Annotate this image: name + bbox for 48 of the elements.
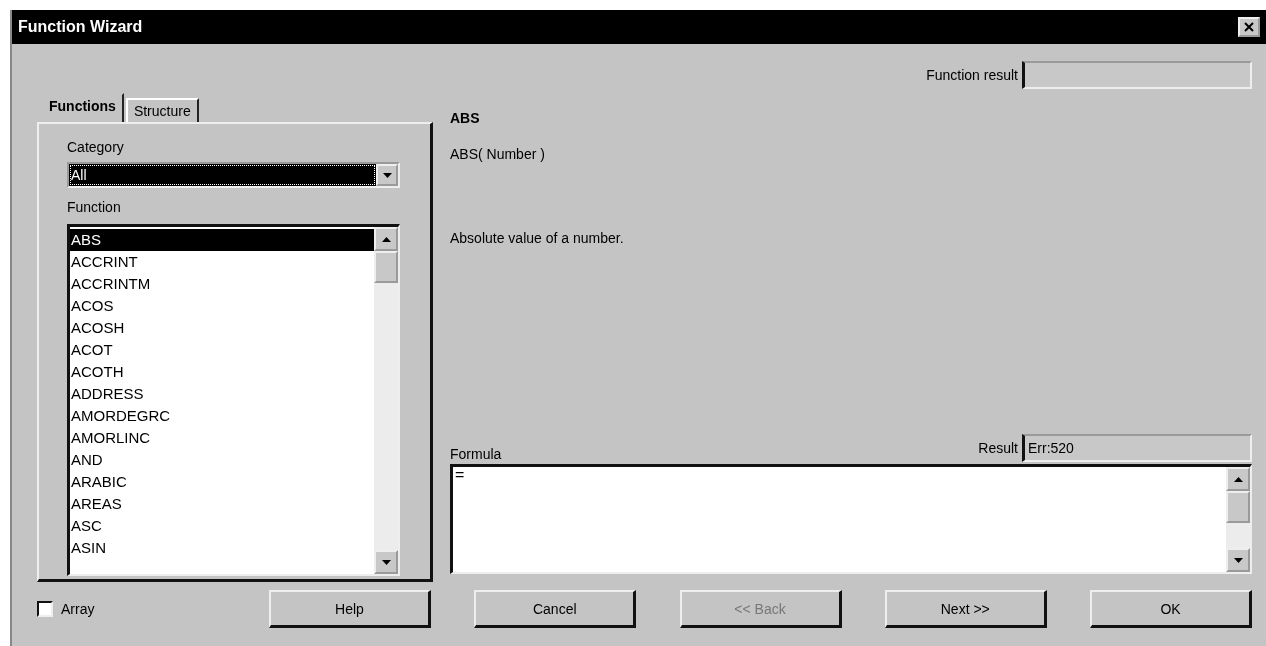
down-arrow-icon	[1233, 557, 1243, 563]
list-item[interactable]: ARABIC	[70, 471, 374, 493]
formula-field[interactable]: =	[455, 466, 465, 483]
dialog-button[interactable]: Next >>	[884, 590, 1047, 628]
category-label: Category	[67, 138, 125, 157]
list-item[interactable]: ACOS	[70, 295, 374, 317]
dialog-button[interactable]: Cancel	[474, 590, 637, 628]
up-arrow-icon	[381, 236, 391, 242]
list-item[interactable]: ACCRINT	[70, 251, 374, 273]
close-button[interactable]	[1238, 17, 1260, 37]
list-item[interactable]: ASC	[70, 515, 374, 537]
list-item[interactable]: AND	[70, 449, 374, 471]
result-label: Result	[978, 440, 1018, 456]
list-item[interactable]: AMORLINC	[70, 427, 374, 449]
checkbox[interactable]	[37, 601, 53, 617]
scrollbar-thumb[interactable]	[374, 251, 398, 283]
list-item[interactable]: ADDRESS	[70, 383, 374, 405]
close-icon	[1244, 22, 1254, 32]
function-name: ABS	[450, 110, 481, 128]
function-description: Absolute value of a number.	[450, 230, 625, 248]
scroll-up-button[interactable]	[374, 227, 398, 251]
result-field: Err:520	[1022, 434, 1252, 462]
up-arrow-icon	[1233, 476, 1243, 482]
window-title: Function Wizard	[18, 18, 143, 36]
list-item[interactable]: ACCRINTM	[70, 273, 374, 295]
scrollbar-thumb[interactable]	[1226, 491, 1250, 523]
down-arrow-icon	[382, 172, 392, 178]
scroll-down-button[interactable]	[374, 550, 398, 574]
scroll-up-button[interactable]	[1226, 467, 1250, 491]
list-item[interactable]: AMORDEGRC	[70, 405, 374, 427]
list-item[interactable]: ASIN	[70, 537, 374, 559]
tab[interactable]: Structure	[125, 98, 199, 122]
category-dropdown[interactable]: All	[67, 162, 400, 188]
list-item[interactable]: AREAS	[70, 493, 374, 515]
formula-label: Formula	[450, 446, 502, 462]
list-item[interactable]: ACOSH	[70, 317, 374, 339]
dropdown-button[interactable]	[376, 164, 398, 186]
dialog-button[interactable]: OK	[1090, 590, 1252, 628]
scroll-down-button[interactable]	[1226, 548, 1250, 572]
dialog-button[interactable]: Help	[269, 590, 431, 628]
list-item[interactable]: ACOT	[70, 339, 374, 361]
function-syntax: ABS( Number )	[450, 146, 546, 164]
function-result-label: Function result	[926, 67, 1018, 83]
function-label: Function	[67, 198, 122, 217]
list-item[interactable]: ACOTH	[70, 361, 374, 383]
array-label: Array	[61, 601, 95, 617]
list-item[interactable]: ABS	[70, 229, 374, 251]
down-arrow-icon	[381, 559, 391, 565]
